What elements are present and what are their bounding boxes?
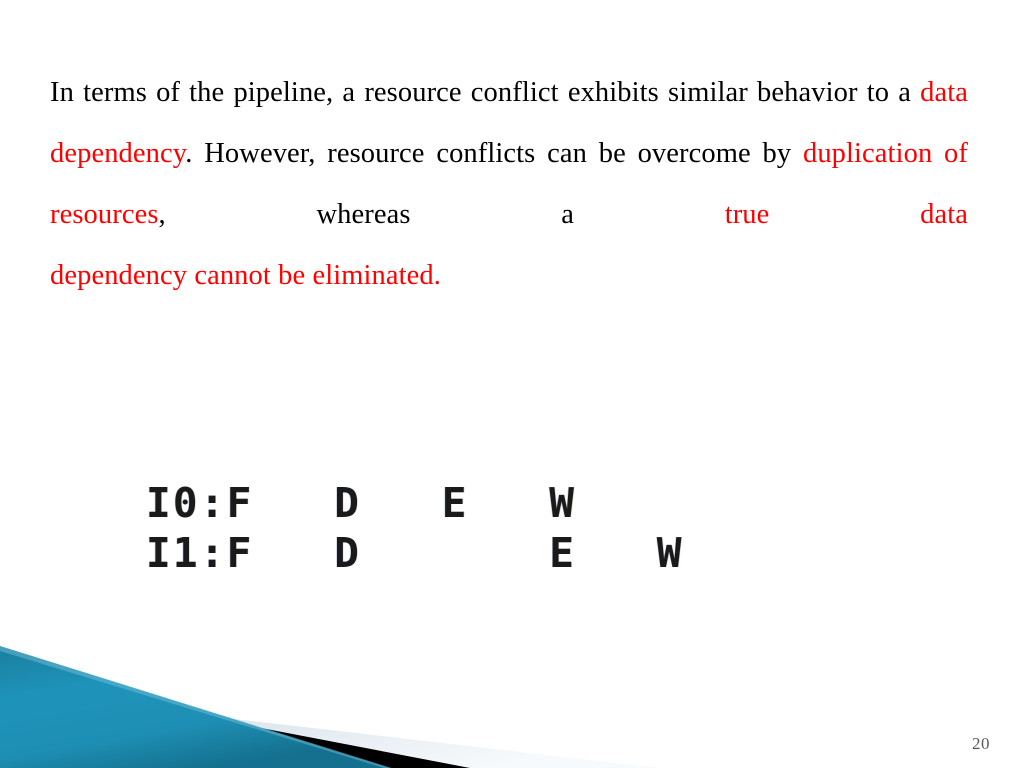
paragraph-justified-block: In terms of the pipeline, a resource con… [50, 62, 968, 245]
body-segment-3: . However, resource conflicts can be ove… [185, 138, 803, 169]
body-segment-5: , whereas a [158, 199, 725, 230]
highlight-dependency-cannot-be-eliminated: dependency cannot be eliminated. [50, 260, 441, 291]
slide-canvas: In terms of the pipeline, a resource con… [0, 0, 1024, 768]
body-paragraph: In terms of the pipeline, a resource con… [50, 62, 968, 306]
body-segment-1: In terms of the pipeline, a resource con… [50, 77, 921, 108]
deco-black-stripe [0, 678, 470, 768]
pipeline-row-i1: I1:F D E W [146, 529, 684, 577]
pipeline-row-i0: I0:F D E W [146, 479, 577, 527]
page-number: 20 [972, 734, 990, 753]
highlight-true-data: true data [724, 199, 968, 230]
pipeline-timing-diagram: I0:F D E W I1:F D E W [146, 378, 684, 678]
deco-silver-band [0, 692, 660, 768]
